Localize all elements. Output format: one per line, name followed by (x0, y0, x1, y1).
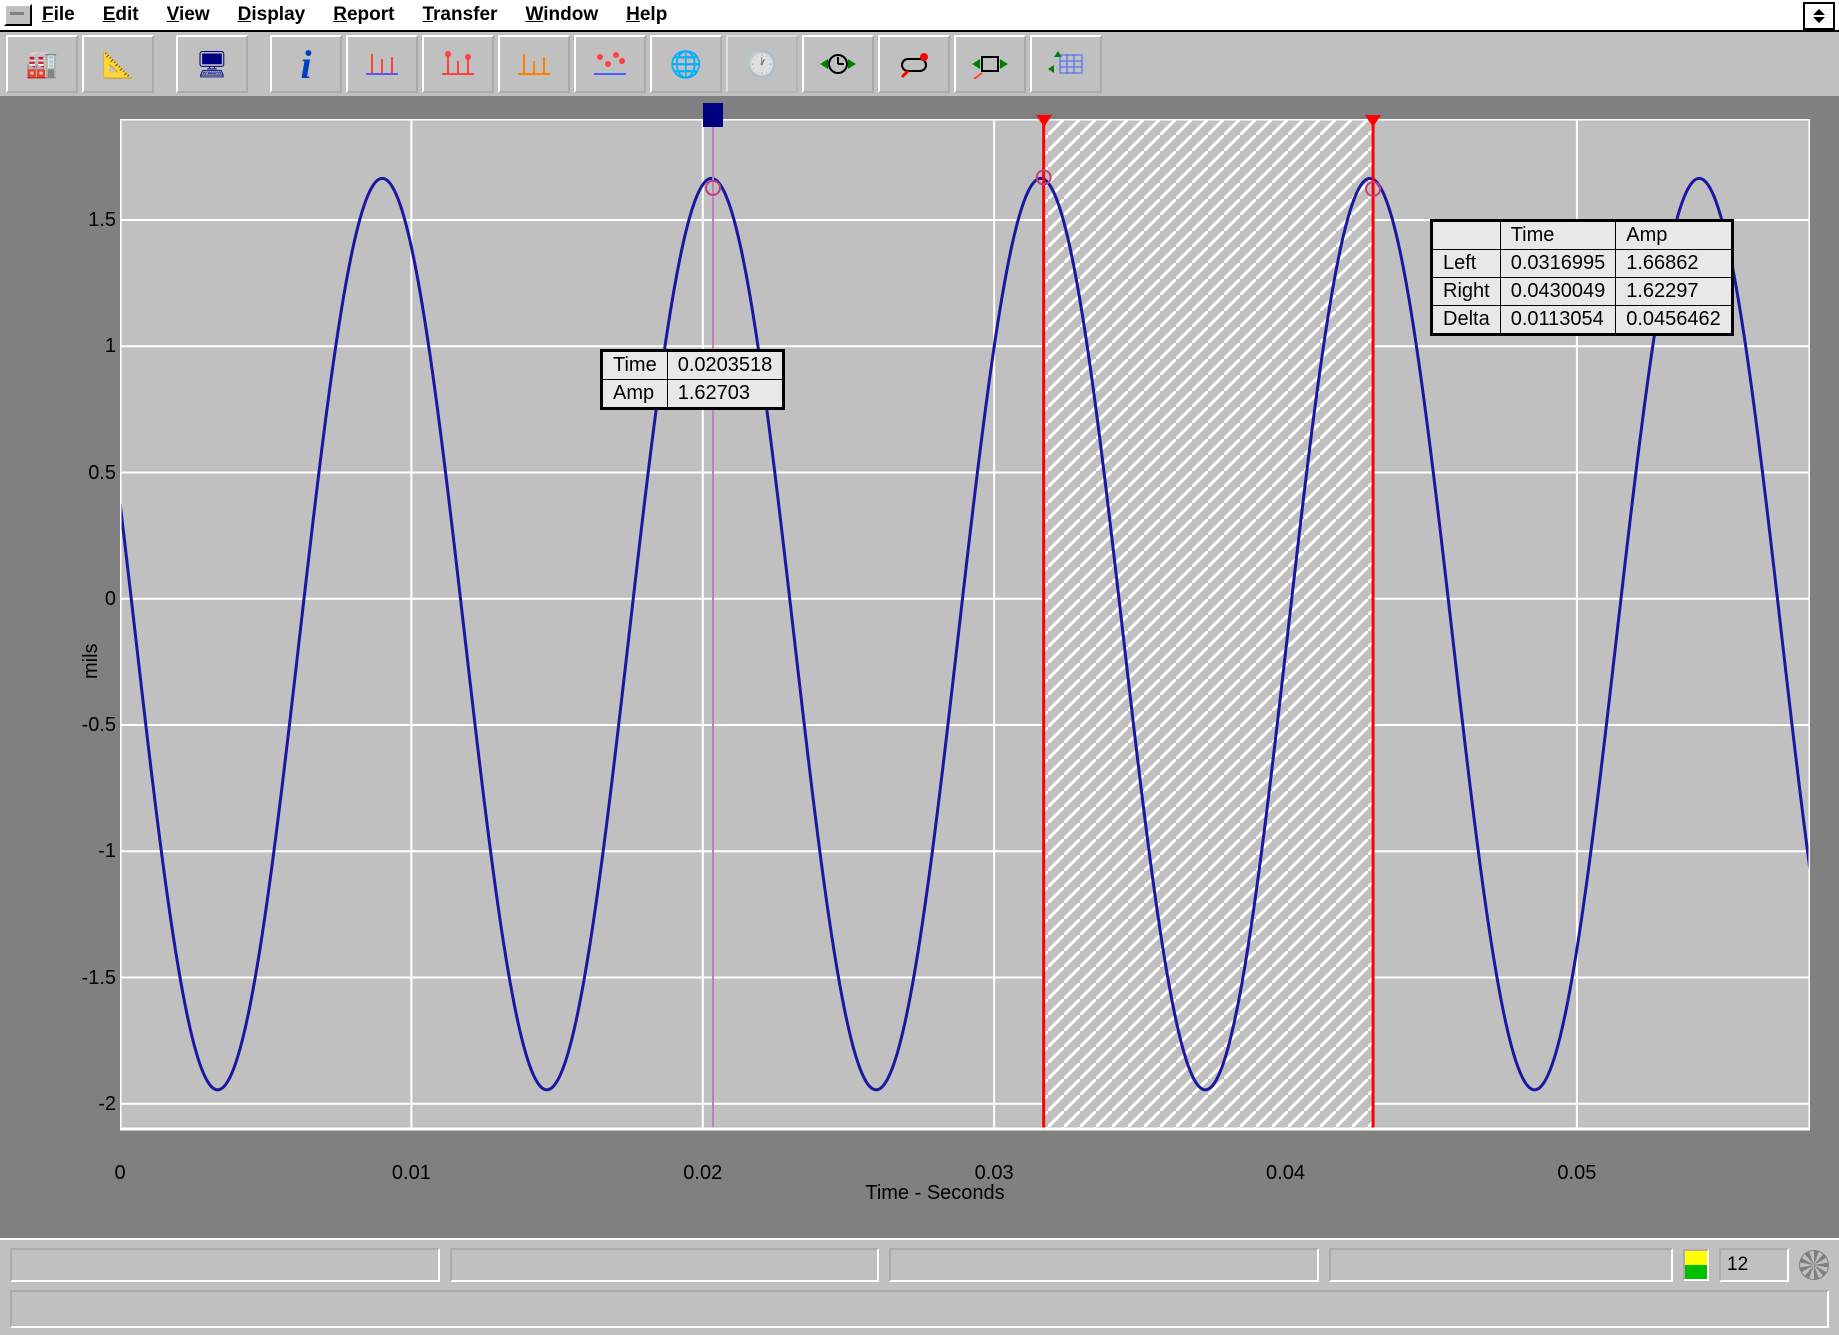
system-menu-icon[interactable] (4, 4, 32, 26)
status-bar: 12 (0, 1238, 1839, 1335)
selection-readout: TimeAmp Left0.03169951.66862 Right0.0430… (1430, 219, 1734, 336)
y-axis-label: mils (80, 643, 103, 679)
markers-orange-icon[interactable] (498, 35, 570, 93)
menu-display[interactable]: Display (238, 4, 306, 26)
status-value: 12 (1719, 1248, 1789, 1282)
markers-scatter-icon[interactable] (574, 35, 646, 93)
y-tick-label: 0 (68, 588, 116, 611)
selection-right-handle-icon[interactable] (1365, 115, 1381, 127)
bridge-icon[interactable]: 📐 (82, 35, 154, 93)
status-cell-3 (889, 1248, 1319, 1282)
status-cell-4 (1329, 1248, 1673, 1282)
info-icon[interactable]: i (270, 35, 342, 93)
globe-clock-icon[interactable]: 🌐 (650, 35, 722, 93)
indicator-icon (1683, 1249, 1709, 1281)
menu-file[interactable]: File (42, 4, 75, 26)
y-tick-label: 0.5 (68, 462, 116, 485)
status-cell-1 (10, 1248, 440, 1282)
menu-bar: File Edit View Display Report Transfer W… (0, 0, 1839, 32)
y-tick-label: 1.5 (68, 209, 116, 232)
y-tick-label: -1.5 (68, 967, 116, 990)
y-tick-label: -0.5 (68, 714, 116, 737)
menu-view[interactable]: View (167, 4, 210, 26)
cursor-handle[interactable] (703, 103, 723, 127)
arrows-clock-icon[interactable] (802, 35, 874, 93)
plot-container: mils -2-1.5-1-0.500.511.5 00.010.020.030… (60, 119, 1810, 1209)
menu-edit[interactable]: Edit (103, 4, 139, 26)
busy-icon (1799, 1250, 1829, 1280)
y-tick-label: -1 (68, 840, 116, 863)
toolbar: 🏭 📐 🖥 i 🌐 🕐 (0, 32, 1839, 97)
selection-left-handle-icon[interactable] (1036, 115, 1052, 127)
y-tick-label: -2 (68, 1093, 116, 1116)
workspace: mils -2-1.5-1-0.500.511.5 00.010.020.030… (0, 97, 1839, 1241)
menu-window[interactable]: Window (525, 4, 598, 26)
tool-red-icon[interactable] (878, 35, 950, 93)
menu-report[interactable]: Report (333, 4, 394, 26)
clock-faded-icon[interactable]: 🕐 (726, 35, 798, 93)
status-message-bar (10, 1290, 1829, 1328)
arrows-box-icon[interactable] (954, 35, 1026, 93)
y-tick-label: 1 (68, 335, 116, 358)
menu-transfer[interactable]: Transfer (422, 4, 497, 26)
status-cell-2 (450, 1248, 880, 1282)
x-axis-label: Time - Seconds (60, 1182, 1810, 1205)
single-cursor-readout: Time0.0203518 Amp1.62703 (600, 349, 785, 410)
arrows-grid-icon[interactable] (1030, 35, 1102, 93)
factory-icon[interactable]: 🏭 (6, 35, 78, 93)
computer-icon[interactable]: 🖥 (176, 35, 248, 93)
markers-red-icon[interactable] (422, 35, 494, 93)
window-resize-icon[interactable] (1803, 2, 1835, 30)
menu-help[interactable]: Help (626, 4, 667, 26)
markers-blue-icon[interactable] (346, 35, 418, 93)
selection-region[interactable] (1044, 119, 1373, 1129)
